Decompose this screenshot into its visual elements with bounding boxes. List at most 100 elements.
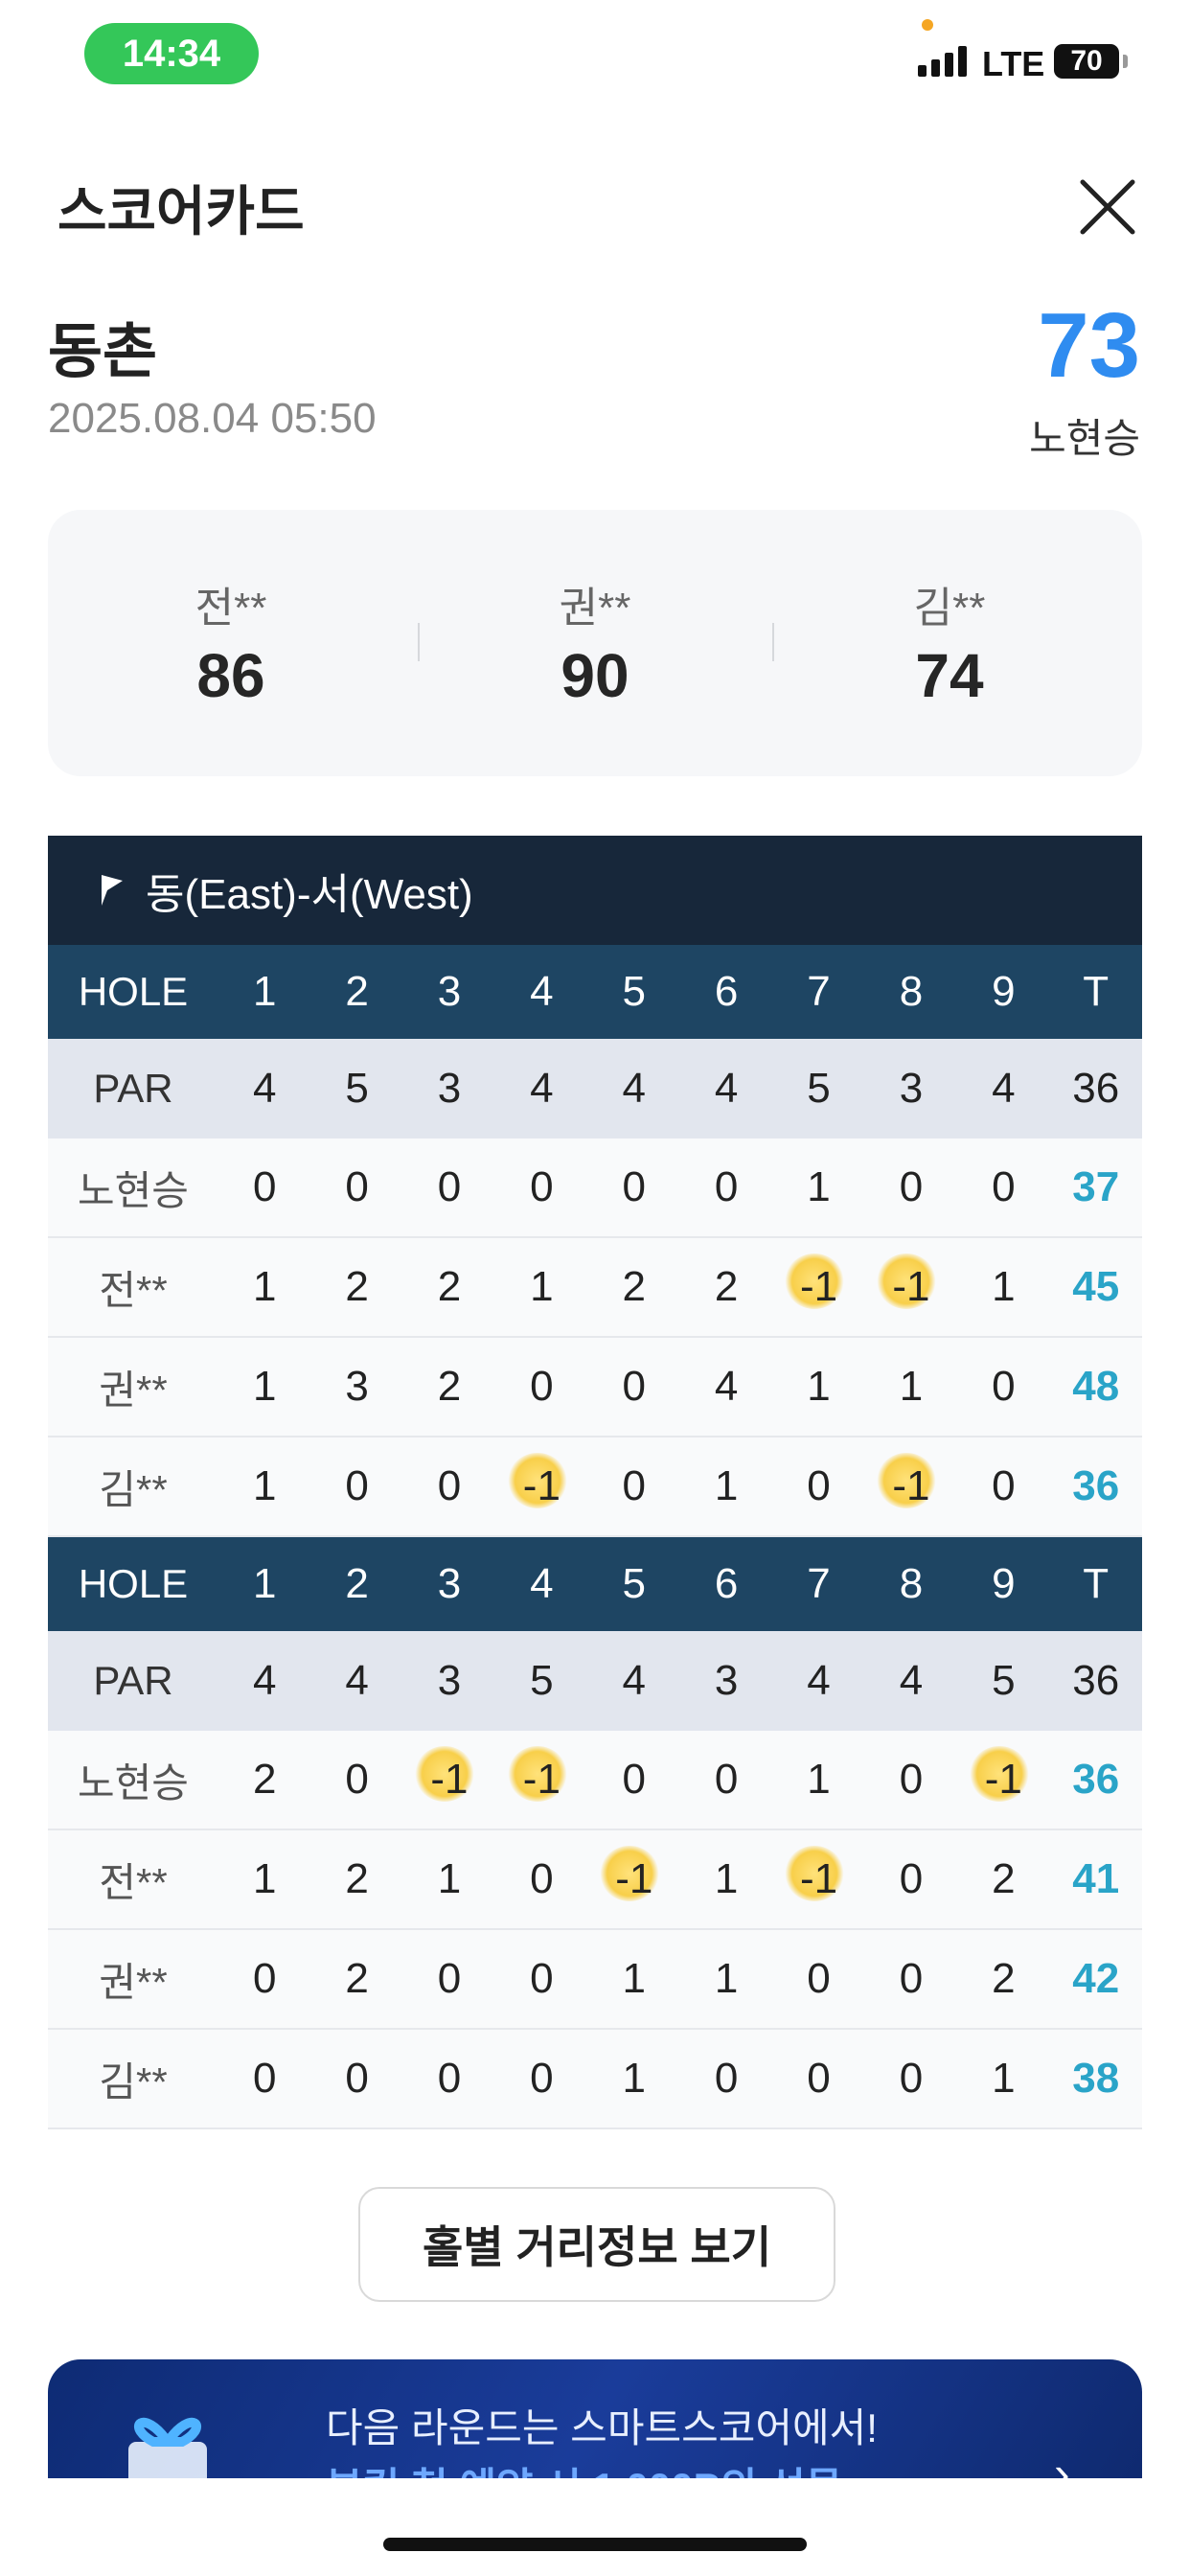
companion-summary-item: 전** 86 [54,510,408,776]
player-total: 45 [1072,1263,1120,1310]
signal-icon [918,42,967,77]
hole-score: 1 [992,1263,1016,1310]
status-time: 14:34 [84,23,259,84]
hole-score-value: -1 [799,1263,838,1310]
hole-distance-button[interactable]: 홀별 거리정보 보기 [358,2187,835,2302]
score-halves: HOLE 1 2 3 4 5 6 7 8 9 T PAR 4 5 3 4 4 4 5 3 4 36 노현승 0 0 0 0 0 0 1 0 0… [48,945,1142,2129]
hole-score: 1 [530,1263,554,1310]
hole-score: 0 [622,1363,646,1410]
par-total: 36 [1072,1657,1120,1704]
hole-score: 0 [992,1363,1016,1410]
companion-summary: 전** 86 권** 90 김** 74 [48,510,1142,776]
hole-score-value: -1 [615,1855,653,1902]
course-name: 동촌 [48,319,158,385]
par-value: 4 [807,1657,831,1704]
birdie-marker-icon: -1 [877,1453,937,1510]
player-total: 36 [1072,1756,1120,1803]
par-value: 5 [345,1065,369,1112]
hole-score: 0 [807,1955,831,2002]
par-value: 3 [437,1065,462,1112]
home-indicator[interactable] [383,2538,807,2551]
player-total: 41 [1072,1855,1120,1902]
hole-number: 1 [252,968,277,1015]
par-label: PAR [93,1066,173,1111]
par-value: 3 [714,1657,739,1704]
hole-score: 0 [899,2055,924,2102]
player-total: 37 [1072,1163,1120,1210]
hole-score: 0 [530,1163,554,1210]
companion-score: 86 [196,641,265,710]
my-name: 노현승 [1029,416,1140,461]
player-name: 전** [99,1859,168,1905]
par-row: PAR 4 5 3 4 4 4 5 3 4 36 [48,1039,1142,1138]
promo-banner[interactable]: 다음 라운드는 스마트스코어에서! 부킹 첫 예약 시 1,000P의 선물 › [48,2359,1142,2478]
player-score-row: 노현승 0 0 0 0 0 0 1 0 0 37 [48,1138,1142,1238]
hole-score: -1 [772,1846,864,1903]
par-value: 5 [807,1065,831,1112]
hole-score: -1 [865,1453,957,1510]
player-total: 36 [1072,1462,1120,1509]
banner-line-2: 부킹 첫 예약 시 1,000P의 선물 [326,2455,842,2478]
par-total: 36 [1072,1065,1120,1112]
hole-number: 7 [807,968,831,1015]
hole-score: 0 [530,1363,554,1410]
hole-number-row: HOLE 1 2 3 4 5 6 7 8 9 T [48,1537,1142,1631]
par-value: 4 [622,1065,646,1112]
hole-score: 0 [622,1756,646,1803]
hole-number: 1 [252,1560,277,1607]
hole-score: 0 [807,1462,831,1509]
hole-score: 2 [992,1855,1016,1902]
par-value: 4 [899,1657,924,1704]
player-name: 권** [99,1959,168,2005]
hole-score: 2 [345,1263,369,1310]
hole-score: 0 [437,1462,462,1509]
hole-score: 0 [437,1163,462,1210]
hole-score: 1 [714,1955,739,2002]
hole-score: 0 [345,1462,369,1509]
par-row: PAR 4 4 3 5 4 3 4 4 5 36 [48,1631,1142,1731]
hole-number: 8 [899,1560,924,1607]
hole-score: 1 [622,1955,646,2002]
battery-cap [1123,55,1128,68]
hole-number: 4 [530,968,554,1015]
hole-score: -1 [495,1746,587,1804]
player-name: 김** [99,2058,168,2104]
player-name: 김** [99,1466,168,1512]
flag-icon [102,875,123,906]
player-score-row: 전** 1 2 2 1 2 2 -1 -1 1 45 [48,1238,1142,1338]
hole-score: -1 [403,1746,495,1804]
course-header: 동(East)-서(West) [48,836,1142,945]
player-score-row: 노현승 2 0 -1 -1 0 0 1 0 -1 36 [48,1731,1142,1830]
par-value: 4 [530,1065,554,1112]
hole-score: 2 [252,1756,277,1803]
player-name: 노현승 [78,1760,189,1806]
hole-score: 0 [345,2055,369,2102]
par-value: 3 [437,1657,462,1704]
hole-score: 0 [530,1955,554,2002]
hole-score: 0 [899,1163,924,1210]
companion-summary-item: 권** 90 [418,510,772,776]
par-value: 5 [992,1657,1016,1704]
hole-score: 1 [807,1756,831,1803]
hole-score: 0 [252,2055,277,2102]
par-value: 5 [530,1657,554,1704]
privacy-indicator-dot [922,19,933,31]
birdie-marker-icon: -1 [784,1846,845,1903]
hole-score: 0 [252,1955,277,2002]
hole-score: 0 [530,2055,554,2102]
hole-score: 2 [437,1363,462,1410]
hole-number-row: HOLE 1 2 3 4 5 6 7 8 9 T [48,945,1142,1039]
birdie-marker-icon: -1 [415,1746,475,1804]
player-total: 38 [1072,2055,1120,2102]
hole-number: 3 [437,1560,462,1607]
hole-score: 0 [437,1955,462,2002]
hole-number: 2 [345,1560,369,1607]
hole-score: 1 [714,1462,739,1509]
hole-number: 2 [345,968,369,1015]
par-value: 4 [992,1065,1016,1112]
par-value: 4 [622,1657,646,1704]
close-icon[interactable] [1077,176,1138,238]
hole-score: 2 [992,1955,1016,2002]
player-score-row: 권** 1 3 2 0 0 4 1 1 0 48 [48,1338,1142,1438]
hole-score: 0 [899,1955,924,2002]
